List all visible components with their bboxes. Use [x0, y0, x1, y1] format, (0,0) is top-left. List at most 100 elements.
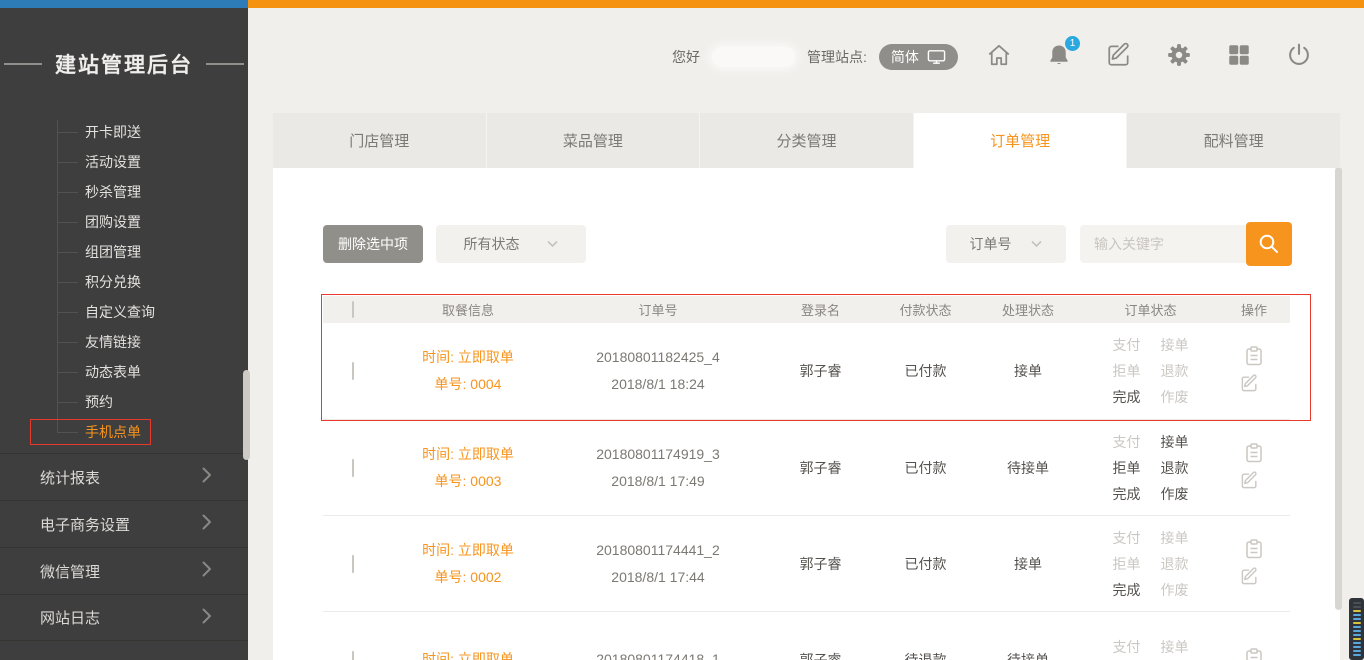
edit-icon[interactable] [1240, 471, 1259, 493]
search-type-select[interactable]: 订单号 [946, 225, 1066, 263]
sidebar-section-item[interactable]: 统计报表 [0, 453, 248, 500]
logout-power-icon[interactable] [1286, 42, 1312, 68]
row-checkbox[interactable] [352, 459, 354, 477]
delete-selected-button[interactable]: 删除选中项 [323, 225, 423, 263]
order-number: 20180801182425_4 [553, 344, 763, 371]
sidebar-section-item[interactable]: 微信管理 [0, 547, 248, 594]
sidebar-subitem[interactable]: 手机点单 [0, 417, 248, 447]
order-status-action[interactable]: 完成 [1113, 484, 1141, 504]
minimap-dash [1353, 618, 1361, 620]
sidebar-section-label: 网站日志 [40, 607, 100, 628]
tab-item[interactable]: 配料管理 [1127, 113, 1340, 168]
sidebar-subitem-label: 友情链接 [85, 332, 141, 352]
row-actions-cell [1218, 346, 1290, 396]
clipboard-icon[interactable] [1245, 443, 1263, 466]
sidebar-section-item[interactable]: 网站日志 [0, 594, 248, 641]
sidebar-subitem-label: 活动设置 [85, 152, 141, 172]
sidebar-subitem[interactable]: 动态表单 [0, 357, 248, 387]
language-pill[interactable]: 简体 [879, 44, 958, 70]
edit-icon[interactable] [1106, 42, 1132, 68]
sidebar-subitem[interactable]: 自定义查询 [0, 297, 248, 327]
tab-item[interactable]: 门店管理 [273, 113, 487, 168]
order-status-action[interactable]: 完成 [1113, 387, 1141, 407]
sidebar-sections: 统计报表电子商务设置微信管理网站日志 [0, 453, 248, 641]
tab-item[interactable]: 菜品管理 [487, 113, 701, 168]
sidebar-subitem[interactable]: 活动设置 [0, 147, 248, 177]
sidebar-subitem[interactable]: 组团管理 [0, 237, 248, 267]
order-status-cell: 支付接单拒单退款完成作废 [1083, 432, 1218, 504]
apps-grid-icon[interactable] [1226, 42, 1252, 68]
sidebar-subitem[interactable]: 积分兑换 [0, 267, 248, 297]
order-status-action[interactable]: 退款 [1161, 458, 1189, 478]
sidebar-subitem[interactable]: 秒杀管理 [0, 177, 248, 207]
order-status-action[interactable]: 退款 [1161, 554, 1189, 574]
tab-label: 订单管理 [990, 130, 1050, 151]
sidebar-section-item[interactable]: 电子商务设置 [0, 500, 248, 547]
order-status-action[interactable]: 接单 [1161, 335, 1189, 355]
clipboard-icon[interactable] [1245, 346, 1263, 369]
sidebar-subitem[interactable]: 友情链接 [0, 327, 248, 357]
sidebar-subitem[interactable]: 预约 [0, 387, 248, 417]
row-checkbox[interactable] [352, 362, 354, 380]
order-status-action[interactable]: 完成 [1113, 580, 1141, 600]
order-date: 2018/8/1 17:49 [553, 468, 763, 495]
order-number: 20180801174919_3 [553, 441, 763, 468]
order-status-action[interactable]: 接单 [1161, 528, 1189, 548]
tab-bar: 门店管理 菜品管理分类管理 订单管理 配料管理 [273, 113, 1340, 168]
tab-item[interactable]: 分类管理 [700, 113, 914, 168]
app-logo: 建站管理后台 [0, 8, 248, 120]
row-checkbox[interactable] [352, 651, 354, 660]
app-title: 建站管理后台 [55, 49, 193, 79]
pickup-time: 时间: 立即取单 [383, 646, 553, 660]
sidebar-scrollbar-thumb[interactable] [243, 370, 250, 460]
chevron-right-icon [202, 514, 212, 534]
minimap-dash [1353, 650, 1361, 652]
home-icon[interactable] [986, 42, 1012, 68]
top-strip-orange [248, 0, 1364, 8]
row-checkbox[interactable] [352, 555, 354, 573]
minimap-dash [1353, 634, 1361, 636]
notifications-bell-icon[interactable]: 1 [1046, 42, 1072, 68]
order-status-action[interactable]: 拒单 [1113, 554, 1141, 574]
row-actions-cell [1218, 539, 1290, 589]
order-status-action[interactable]: 拒单 [1113, 361, 1141, 381]
clipboard-icon[interactable] [1245, 648, 1263, 660]
tab-active[interactable]: 订单管理 [914, 113, 1128, 168]
order-number-cell: 20180801174919_32018/8/1 17:49 [553, 441, 763, 494]
search-button[interactable] [1246, 222, 1292, 266]
keyword-search-input[interactable] [1080, 225, 1246, 263]
edit-icon[interactable] [1240, 567, 1259, 589]
status-filter-select[interactable]: 所有状态 [436, 225, 586, 263]
edit-icon[interactable] [1240, 374, 1259, 396]
sidebar-subitem[interactable]: 团购设置 [0, 207, 248, 237]
order-status-action[interactable]: 接单 [1161, 637, 1189, 657]
order-status-action[interactable]: 拒单 [1113, 458, 1141, 478]
minimap-dash [1353, 638, 1361, 640]
sidebar-subitem[interactable]: 开卡即送 [0, 117, 248, 147]
order-status-action[interactable]: 支付 [1113, 637, 1141, 657]
page-scrollbar-thumb[interactable] [1335, 167, 1342, 610]
order-status-action[interactable]: 退款 [1161, 361, 1189, 381]
scroll-minimap-widget[interactable] [1349, 598, 1364, 660]
table-row: 时间: 立即取单20180801174418_1郭子睿待退款待接单支付接单拒单退… [323, 611, 1290, 660]
table-header-cell: 订单状态 [1083, 300, 1218, 319]
chevron-down-icon [1030, 240, 1043, 248]
order-status-action[interactable]: 接单 [1161, 432, 1189, 452]
clipboard-icon[interactable] [1245, 539, 1263, 562]
row-checkbox-cell [323, 460, 383, 476]
settings-gear-icon[interactable] [1166, 42, 1192, 68]
order-status-action[interactable]: 支付 [1113, 432, 1141, 452]
tab-label: 门店管理 [349, 130, 409, 151]
order-status-action[interactable]: 作废 [1161, 580, 1189, 600]
row-checkbox-cell [323, 363, 383, 379]
order-status-action[interactable]: 支付 [1113, 528, 1141, 548]
order-status-action[interactable]: 支付 [1113, 335, 1141, 355]
pay-status-cell: 已付款 [878, 458, 973, 478]
order-status-action[interactable]: 作废 [1161, 387, 1189, 407]
select-all-checkbox[interactable] [352, 301, 354, 318]
chevron-right-icon [202, 608, 212, 628]
content-panel: 删除选中项 所有状态 订单号 取餐信息订单号登录名付款状态处理状态订单状态操作 [273, 168, 1340, 660]
order-number: 20180801174441_2 [553, 537, 763, 564]
order-status-action[interactable]: 作废 [1161, 484, 1189, 504]
minimap-dash [1353, 606, 1361, 608]
